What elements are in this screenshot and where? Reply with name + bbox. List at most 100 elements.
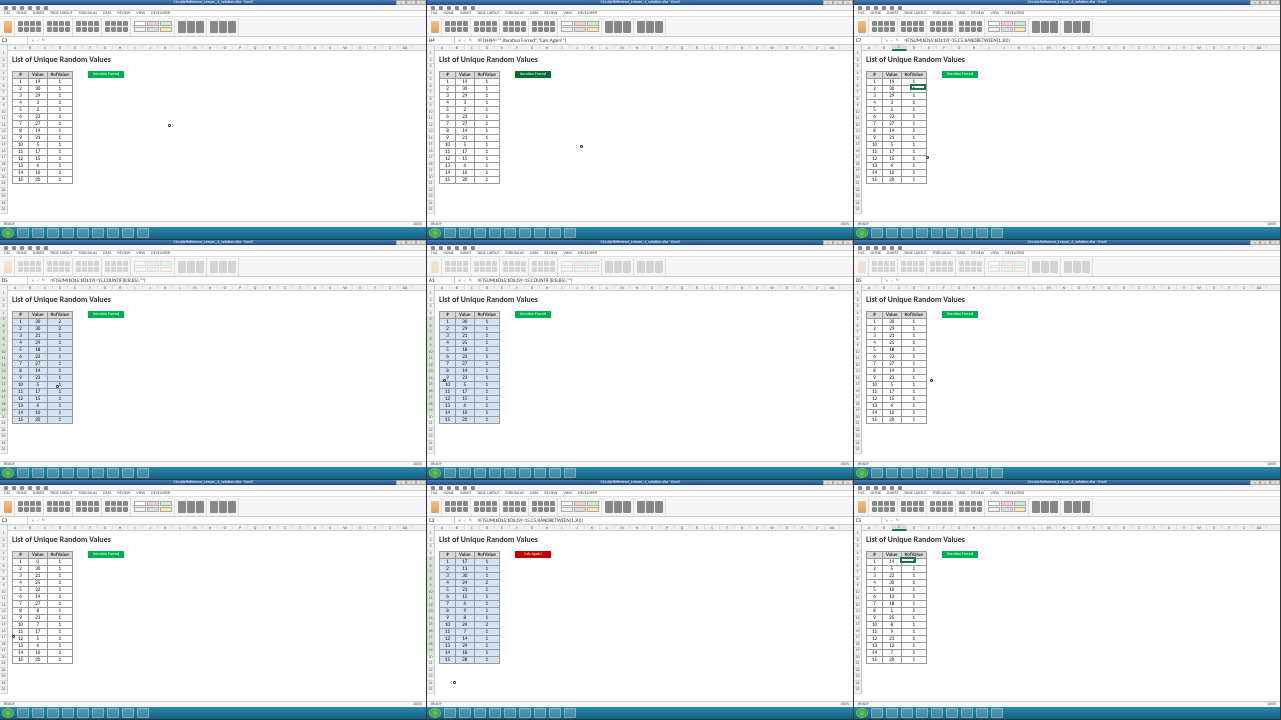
table-cell[interactable]: 18 xyxy=(456,347,475,354)
table-cell[interactable]: 27 xyxy=(456,361,475,368)
tab-page-layout[interactable]: PAGE LAYOUT xyxy=(904,491,926,496)
ribbon-button[interactable] xyxy=(1073,261,1081,273)
tab-page-layout[interactable]: PAGE LAYOUT xyxy=(50,11,72,16)
table-cell[interactable]: 1 xyxy=(474,573,499,580)
ribbon-button[interactable] xyxy=(1050,261,1058,273)
table-cell[interactable]: 1 xyxy=(474,643,499,650)
ribbon-button[interactable] xyxy=(105,27,110,32)
table-cell[interactable]: 1 xyxy=(901,79,926,86)
table-cell[interactable]: 1 xyxy=(474,149,499,156)
taskbar-item[interactable] xyxy=(47,708,59,718)
table-cell[interactable]: 1 xyxy=(474,361,499,368)
tab-page-layout[interactable]: PAGE LAYOUT xyxy=(50,491,72,496)
ribbon-button[interactable] xyxy=(474,501,479,506)
ribbon-button[interactable] xyxy=(655,21,663,33)
taskbar-item[interactable] xyxy=(564,468,576,478)
paste-button[interactable] xyxy=(4,261,12,273)
taskbar-item[interactable] xyxy=(916,228,928,238)
table-cell[interactable]: 1 xyxy=(47,573,72,580)
ribbon-button[interactable] xyxy=(117,507,122,512)
tab-formulas[interactable]: FORMULAS xyxy=(933,251,951,256)
table-cell[interactable]: 6 xyxy=(29,403,48,410)
ribbon-button[interactable] xyxy=(76,501,81,506)
table-cell[interactable]: 14 xyxy=(440,410,456,417)
ribbon-button[interactable] xyxy=(623,21,631,33)
ribbon-button[interactable] xyxy=(486,267,491,272)
cell-style-neutral[interactable] xyxy=(160,267,172,272)
tab-page-layout[interactable]: PAGE LAYOUT xyxy=(904,11,926,16)
ribbon-button[interactable] xyxy=(47,501,52,506)
table-cell[interactable]: 1 xyxy=(901,615,926,622)
table-cell[interactable]: 22 xyxy=(29,354,48,361)
taskbar-item[interactable] xyxy=(32,228,44,238)
table-cell[interactable]: 8 xyxy=(440,368,456,375)
table-cell[interactable]: 10 xyxy=(13,382,29,389)
table-cell[interactable]: 9 xyxy=(440,135,456,142)
ribbon-button[interactable] xyxy=(111,21,116,26)
table-cell[interactable]: 0 xyxy=(29,559,48,566)
qat-button[interactable] xyxy=(874,6,878,10)
ribbon-button[interactable] xyxy=(890,267,895,272)
cell-style-neutral[interactable] xyxy=(587,267,599,272)
ribbon-button[interactable] xyxy=(942,507,947,512)
formula-input[interactable]: =IF(SUM($D$5:$D$19)=15,C5,RANDBETWEEN(1,… xyxy=(902,38,1280,44)
table-cell[interactable]: 27 xyxy=(883,121,902,128)
ribbon-button[interactable] xyxy=(942,27,947,32)
ribbon-button[interactable] xyxy=(509,21,514,26)
ribbon-button[interactable] xyxy=(884,27,889,32)
fx-icon[interactable]: fx xyxy=(469,38,472,44)
ribbon-button[interactable] xyxy=(977,507,982,512)
ribbon-button[interactable] xyxy=(890,507,895,512)
ribbon-button[interactable] xyxy=(509,267,514,272)
taskbar-item[interactable] xyxy=(122,708,134,718)
table-cell[interactable]: 5 xyxy=(13,347,29,354)
taskbar-item[interactable] xyxy=(946,228,958,238)
cell-style-neutral[interactable] xyxy=(1014,27,1026,32)
ribbon-button[interactable] xyxy=(123,21,128,26)
table-cell[interactable]: 20 xyxy=(29,417,48,424)
paste-button[interactable] xyxy=(858,21,866,33)
ribbon-button[interactable] xyxy=(544,501,549,506)
table-cell[interactable]: 5 xyxy=(867,347,883,354)
taskbar-item[interactable] xyxy=(77,228,89,238)
ribbon-button[interactable] xyxy=(1050,501,1058,513)
table-cell[interactable]: 12 xyxy=(440,396,456,403)
tab-home[interactable]: HOME xyxy=(443,11,454,16)
tab-view[interactable]: VIEW xyxy=(563,251,572,256)
ribbon-button[interactable] xyxy=(936,507,941,512)
cell-style-calc[interactable] xyxy=(561,267,573,272)
ribbon-button[interactable] xyxy=(480,507,485,512)
table-cell[interactable]: 1 xyxy=(47,79,72,86)
qat-button[interactable] xyxy=(898,6,902,10)
table-cell[interactable]: 15 xyxy=(867,657,883,664)
ribbon-button[interactable] xyxy=(111,507,116,512)
table-cell[interactable]: 6 xyxy=(440,114,456,121)
ribbon-button[interactable] xyxy=(117,21,122,26)
table-cell[interactable]: 20 xyxy=(456,417,475,424)
table-cell[interactable]: 7 xyxy=(867,121,883,128)
table-cell[interactable]: 1 xyxy=(474,615,499,622)
ribbon-button[interactable] xyxy=(486,21,491,26)
ribbon-button[interactable] xyxy=(637,21,645,33)
table-cell[interactable]: 21 xyxy=(456,587,475,594)
qat-button[interactable] xyxy=(874,486,878,490)
table-cell[interactable]: 25 xyxy=(456,340,475,347)
cell-style-normal[interactable] xyxy=(988,501,1000,506)
table-cell[interactable]: 14 xyxy=(456,636,475,643)
ribbon-button[interactable] xyxy=(210,501,218,513)
cell-style-calc[interactable] xyxy=(988,27,1000,32)
ribbon-button[interactable] xyxy=(463,507,468,512)
ribbon-button[interactable] xyxy=(18,21,23,26)
table-cell[interactable]: 21 xyxy=(29,333,48,340)
table-cell[interactable]: 1 xyxy=(47,403,72,410)
cell-style-bad[interactable] xyxy=(147,21,159,26)
formula-input[interactable]: =IF(SUM($D$5:$D$19)=15,COUNTIF(B:B,B5),"… xyxy=(475,278,853,284)
table-cell[interactable]: 29 xyxy=(29,93,48,100)
table-cell[interactable]: 5 xyxy=(883,142,902,149)
worksheet-grid[interactable]: ABCDEFGHIJKLMNOPQRSTUVWXYZAA123456789101… xyxy=(0,45,426,227)
table-cell[interactable]: 13 xyxy=(883,594,902,601)
ribbon-button[interactable] xyxy=(492,261,497,266)
table-cell[interactable]: 1 xyxy=(474,86,499,93)
min-button[interactable]: × xyxy=(396,0,406,5)
table-cell[interactable]: 5 xyxy=(29,636,48,643)
